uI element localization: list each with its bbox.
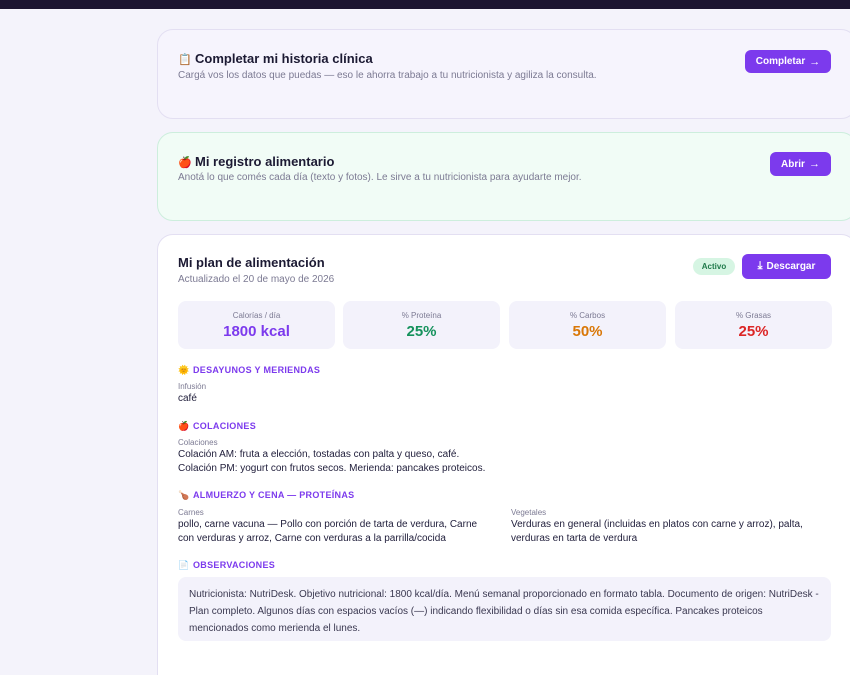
stat-grasas: % Grasas 25%	[675, 301, 832, 349]
plan-title: Mi plan de alimentación	[178, 255, 325, 270]
stat-value: 25%	[738, 323, 769, 340]
text-carnes-1: pollo, carne vacuna — Pollo con porción …	[178, 519, 478, 530]
top-bar	[0, 0, 850, 9]
stat-carbos: % Carbos 50%	[509, 301, 666, 349]
arrow-right-icon: →	[808, 158, 820, 170]
status-badge: Activo	[693, 258, 735, 275]
section-title-colaciones: 🍎 COLACIONES	[178, 421, 257, 431]
registro-title: 🍎 Mi registro alimentario	[178, 154, 335, 169]
registro-desc: Anotá lo que comés cada día (texto y fot…	[178, 172, 582, 183]
historia-clinica-card: 📋 Completar mi historia clínica Cargá vos…	[157, 29, 850, 119]
stat-value: 1800 kcal	[223, 323, 290, 340]
label-carnes: Carnes	[178, 508, 204, 517]
text-vegetales-2: verduras en tarta de verdura	[511, 533, 638, 544]
stat-proteina: % Proteína 25%	[343, 301, 500, 349]
historia-desc: Cargá vos los datos que puedas — eso le …	[178, 70, 597, 81]
abrir-button[interactable]: Abrir →	[770, 152, 831, 176]
label-vegetales: Vegetales	[511, 508, 547, 517]
text-infusion: café	[178, 393, 197, 404]
historia-title: 📋 Completar mi historia clínica	[178, 51, 373, 66]
drumstick-icon: 🍗	[178, 490, 190, 500]
document-icon: 📄	[178, 560, 190, 570]
text-vegetales-1: Verduras en general (incluidas en platos…	[511, 519, 803, 530]
text-carnes-2: con verduras y arroz, Carne con verduras…	[178, 533, 446, 544]
section-title-desayunos: 🌞 DESAYUNOS Y MERIENDAS	[178, 365, 321, 375]
clipboard-icon: 📋	[178, 54, 192, 66]
stat-value: 50%	[572, 323, 603, 340]
plan-updated: Actualizado el 20 de mayo de 2026	[178, 274, 335, 285]
section-title-almuerzo: 🍗 ALMUERZO Y CENA — PROTEÍNAS	[178, 490, 355, 500]
descargar-button[interactable]: ⤓ Descargar	[742, 254, 831, 279]
apple-icon: 🍎	[178, 157, 192, 169]
section-title-observaciones: 📄 OBSERVACIONES	[178, 560, 276, 570]
label-colaciones: Colaciones	[178, 438, 218, 447]
completar-button[interactable]: Completar →	[745, 50, 831, 73]
download-icon: ⤓	[757, 260, 763, 272]
arrow-right-icon: →	[809, 55, 821, 68]
text-colacion-am: Colación AM: fruta a elección, tostadas …	[178, 449, 460, 460]
stat-calorias: Calorías / día 1800 kcal	[178, 301, 335, 349]
text-colacion-pm: Colación PM: yogurt con frutos secos. Me…	[178, 463, 486, 474]
sun-icon: 🌞	[178, 365, 190, 375]
observaciones-text: Nutricionista: NutriDesk. Objetivo nutri…	[178, 577, 831, 641]
label-infusion: Infusión	[178, 382, 207, 391]
plan-alimentacion-card: Mi plan de alimentación Actualizado el 2…	[157, 234, 850, 675]
stat-value: 25%	[406, 323, 437, 340]
apple-icon: 🍎	[178, 421, 190, 431]
registro-alimentario-card: 🍎 Mi registro alimentario Anotá lo que co…	[157, 132, 850, 221]
